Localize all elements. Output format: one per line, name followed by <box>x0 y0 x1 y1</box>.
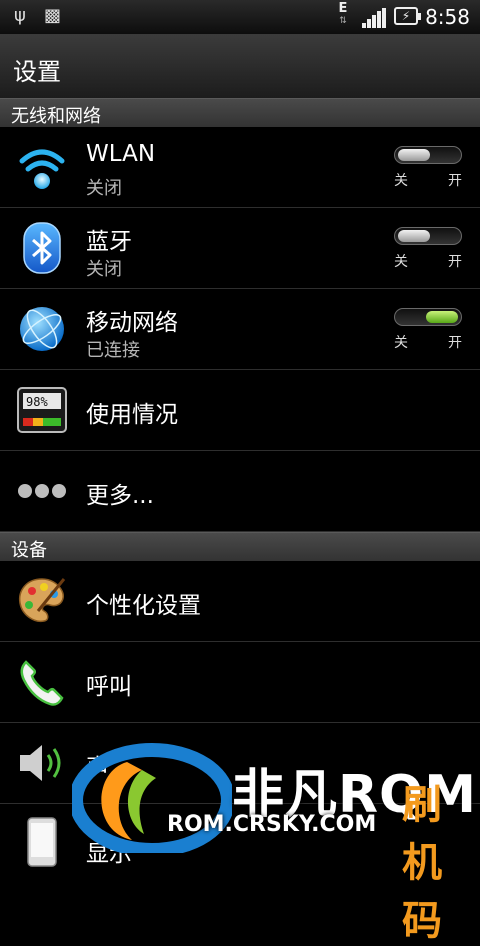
status-bar: ψ ▩ E ⇅ ⚡ 8:58 <box>0 0 480 35</box>
toggle-track <box>394 146 462 164</box>
toggle-knob <box>426 311 458 323</box>
toggle-knob <box>398 230 430 242</box>
settings-item-mobile-network[interactable]: 移动网络 已连接 关 开 <box>0 289 480 370</box>
wifi-icon <box>19 149 65 189</box>
settings-item-more[interactable]: 更多... <box>0 451 480 532</box>
usb-icon: ψ <box>14 5 26 26</box>
settings-item-personalize[interactable]: 个性化设置 <box>0 561 480 642</box>
speaker-icon <box>20 745 61 781</box>
usage-readout: 98% <box>26 395 48 409</box>
settings-item-wlan[interactable]: WLAN 关闭 关 开 <box>0 127 480 208</box>
item-subtitle: 关闭 <box>86 178 122 199</box>
item-title: 移动网络 <box>86 310 178 336</box>
item-title: 更多... <box>86 483 154 509</box>
toggle-track <box>394 308 462 326</box>
toggle-off-label: 关 <box>394 335 408 351</box>
watermark: 非凡RQM ROM.CRSKY.COM 刷机码 <box>72 742 480 944</box>
item-title: 蓝牙 <box>86 229 132 255</box>
section-label: 无线和网络 <box>11 106 101 127</box>
item-title: WLAN <box>86 141 156 167</box>
watermark-cn: 刷机码 <box>402 782 442 944</box>
battery-charging-icon: ⚡ <box>394 7 421 25</box>
section-label: 设备 <box>11 540 47 561</box>
toggle-off-label: 关 <box>394 173 408 189</box>
page-title: 设置 <box>13 58 61 86</box>
globe-network-icon <box>20 307 64 351</box>
title-bar: 设置 <box>0 35 480 98</box>
status-time: 8:58 <box>425 5 470 29</box>
watermark-url: ROM.CRSKY.COM <box>167 812 377 837</box>
settings-item-call[interactable]: 呼叫 <box>0 642 480 723</box>
phone-display-icon <box>27 817 57 867</box>
android-debug-icon: ▩ <box>44 5 62 26</box>
network-type-label: E <box>338 1 348 16</box>
toggle-track <box>394 227 462 245</box>
toggle-off-label: 关 <box>394 254 408 270</box>
toggle-knob <box>398 149 430 161</box>
item-title: 使用情况 <box>86 402 178 428</box>
item-title: 呼叫 <box>86 674 132 700</box>
item-title: 个性化设置 <box>86 593 201 619</box>
section-header-wireless: 无线和网络 <box>0 98 480 127</box>
toggle-on-label: 开 <box>448 254 462 270</box>
item-subtitle: 关闭 <box>86 259 122 280</box>
phone-icon <box>20 660 64 706</box>
usage-meter-icon: 98% <box>17 387 67 433</box>
settings-item-usage[interactable]: 98% 使用情况 <box>0 370 480 451</box>
settings-item-bluetooth[interactable]: 蓝牙 关闭 关 开 <box>0 208 480 289</box>
toggle-on-label: 开 <box>448 173 462 189</box>
more-dots-icon <box>18 484 66 498</box>
toggle-on-label: 开 <box>448 335 462 351</box>
data-arrows-icon: E ⇅ <box>338 1 348 26</box>
item-subtitle: 已连接 <box>86 340 140 361</box>
bluetooth-icon <box>23 222 61 274</box>
section-header-device: 设备 <box>0 532 480 561</box>
signal-icon <box>362 8 386 28</box>
palette-icon <box>18 578 66 623</box>
